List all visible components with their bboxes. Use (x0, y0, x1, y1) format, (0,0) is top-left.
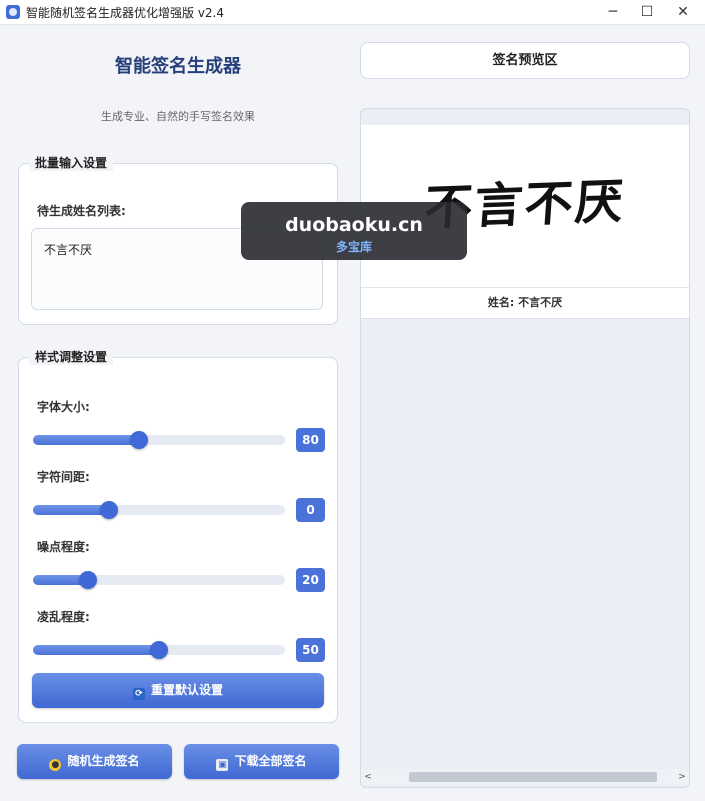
char-spacing-label: 字符间距: (37, 470, 90, 484)
download-all-button[interactable]: ▣ 下载全部签名 (184, 744, 339, 779)
close-button[interactable]: ✕ (660, 0, 705, 24)
refresh-icon: ⟳ (132, 688, 145, 700)
save-icon: ▣ (216, 759, 229, 771)
char-spacing-value: 0 (296, 498, 325, 522)
font-size-slider[interactable] (33, 431, 285, 449)
names-list-label: 待生成姓名列表: (37, 204, 126, 218)
style-settings-group: 样式调整设置 字体大小: 80 字符间距: 0 噪点程度: 20 凌乱程度: 5… (18, 348, 338, 723)
app-icon (6, 5, 20, 19)
title-bar: 智能随机签名生成器优化增强版 v2.4 ─ ☐ ✕ (0, 0, 705, 25)
char-spacing-slider[interactable] (33, 501, 285, 519)
app-subtitle: 生成专业、自然的手写签名效果 (101, 110, 255, 123)
font-size-label: 字体大小: (37, 400, 90, 414)
slider-fill (33, 505, 109, 515)
batch-input-title: 批量输入设置 (29, 154, 114, 171)
reset-defaults-button[interactable]: ⟳ 重置默认设置 (32, 673, 324, 708)
slider-fill (33, 435, 139, 445)
dice-icon: ● (49, 759, 62, 771)
slider-handle[interactable] (129, 431, 148, 449)
noise-level-value: 20 (296, 568, 325, 592)
reset-defaults-label: 重置默认设置 (150, 683, 223, 697)
watermark-sub-text: 多宝库 (335, 240, 372, 254)
window-title: 智能随机签名生成器优化增强版 v2.4 (26, 6, 225, 20)
scroll-right-arrow[interactable]: > (675, 769, 689, 785)
noise-level-slider[interactable] (33, 571, 285, 589)
font-size-value: 80 (296, 428, 325, 452)
messiness-slider[interactable] (33, 641, 285, 659)
style-settings-title: 样式调整设置 (29, 348, 114, 365)
messiness-value: 50 (296, 638, 325, 662)
slider-fill (33, 645, 159, 655)
app-heading: 智能签名生成器 (115, 56, 241, 77)
slider-handle[interactable] (99, 501, 118, 519)
horizontal-scrollbar[interactable]: < > (361, 769, 689, 785)
signature-name-caption: 姓名: 不言不厌 (361, 287, 689, 319)
slider-handle[interactable] (79, 571, 98, 589)
random-generate-button[interactable]: ● 随机生成签名 (17, 744, 172, 779)
download-all-label: 下载全部签名 (234, 754, 307, 768)
scroll-left-arrow[interactable]: < (361, 769, 375, 785)
scrollbar-thumb[interactable] (409, 772, 657, 782)
watermark-main-text: duobaoku.cn (285, 214, 423, 236)
messiness-label: 凌乱程度: (37, 610, 90, 624)
watermark-overlay: duobaoku.cn 多宝库 (241, 202, 467, 260)
preview-header: 签名预览区 (360, 42, 690, 79)
random-generate-label: 随机生成签名 (67, 754, 140, 768)
noise-level-label: 噪点程度: (37, 540, 90, 554)
slider-handle[interactable] (150, 641, 168, 659)
